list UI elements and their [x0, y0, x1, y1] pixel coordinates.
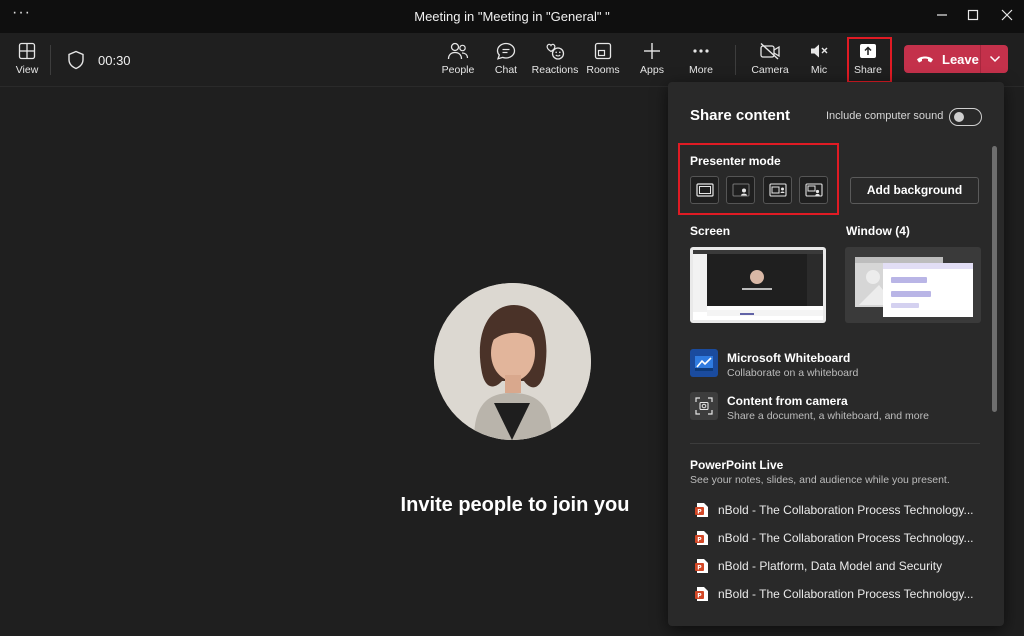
close-window-button[interactable]	[997, 6, 1017, 26]
reactions-label: Reactions	[531, 64, 579, 76]
title-bar: ··· Meeting in "Meeting in "General" "	[0, 0, 1024, 33]
chat-label: Chat	[494, 64, 518, 76]
powerpoint-file-icon: P	[695, 531, 708, 545]
presenter-mode-reporter-button[interactable]	[799, 176, 828, 204]
whiteboard-icon	[695, 356, 713, 371]
side-by-side-icon	[768, 183, 787, 197]
invite-people-text: Invite people to join you	[400, 494, 630, 516]
whiteboard-title[interactable]: Microsoft Whiteboard	[727, 351, 850, 365]
mic-button[interactable]: Mic	[805, 33, 833, 87]
whiteboard-option-icon[interactable]	[690, 349, 718, 377]
section-divider	[690, 443, 980, 444]
panel-scrollbar[interactable]	[992, 146, 997, 412]
reporter-icon	[804, 183, 823, 197]
minimize-button[interactable]	[932, 6, 952, 26]
powerpoint-file-item[interactable]: P nBold - The Collaboration Process Tech…	[695, 585, 985, 603]
close-icon	[1001, 9, 1013, 21]
breakout-rooms-icon	[594, 42, 612, 60]
share-panel-title: Share content	[690, 107, 791, 124]
screen-section-label: Screen	[690, 224, 731, 238]
more-button[interactable]: More	[686, 33, 716, 87]
share-button-highlight	[847, 37, 892, 83]
powerpoint-live-title: PowerPoint Live	[690, 458, 784, 472]
people-button[interactable]: People	[440, 33, 476, 87]
powerpoint-file-name: nBold - The Collaboration Process Techno…	[718, 587, 974, 601]
presenter-mode-label: Presenter mode	[690, 154, 781, 168]
mic-muted-icon	[811, 44, 828, 58]
view-button[interactable]: View	[12, 33, 42, 87]
include-sound-label: Include computer sound	[826, 110, 944, 122]
presenter-mode-side-by-side-button[interactable]	[763, 176, 792, 204]
view-label: View	[15, 64, 39, 76]
svg-text:P: P	[697, 565, 702, 572]
svg-text:P: P	[697, 593, 702, 600]
people-label: People	[441, 64, 475, 76]
window-preview	[845, 247, 981, 323]
apps-button[interactable]: Apps	[638, 33, 666, 87]
powerpoint-file-name: nBold - The Collaboration Process Techno…	[718, 503, 974, 517]
camera-button[interactable]: Camera	[751, 33, 789, 87]
phone-hangup-icon	[917, 56, 933, 63]
camera-content-option-icon[interactable]	[690, 392, 718, 420]
chat-button[interactable]: Chat	[492, 33, 520, 87]
powerpoint-live-subtitle: See your notes, slides, and audience whi…	[690, 474, 950, 486]
powerpoint-file-item[interactable]: P nBold - The Collaboration Process Tech…	[695, 529, 985, 547]
mic-label: Mic	[810, 64, 828, 76]
leave-button[interactable]: Leave	[904, 45, 980, 73]
screen-thumbnail[interactable]	[690, 247, 826, 323]
powerpoint-file-item[interactable]: P nBold - The Collaboration Process Tech…	[695, 501, 985, 519]
presenter-mode-content-only-button[interactable]	[690, 176, 719, 204]
shield-icon	[68, 50, 84, 70]
powerpoint-file-icon: P	[695, 587, 708, 601]
chevron-down-icon	[989, 55, 1000, 63]
apps-label: Apps	[640, 64, 664, 76]
chat-icon	[496, 42, 516, 60]
svg-text:P: P	[697, 509, 702, 516]
window-thumbnail[interactable]	[845, 247, 981, 323]
avatar-photo	[434, 283, 591, 440]
leave-options-button[interactable]	[981, 55, 1008, 63]
presenter-mode-standout-button[interactable]	[726, 176, 755, 204]
toolbar-divider	[735, 45, 736, 75]
powerpoint-file-item[interactable]: P nBold - Platform, Data Model and Secur…	[695, 557, 985, 575]
rooms-button[interactable]: Rooms	[586, 33, 620, 87]
ellipsis-icon	[693, 49, 709, 53]
participant-avatar	[434, 283, 591, 440]
powerpoint-file-name: nBold - The Collaboration Process Techno…	[718, 531, 974, 545]
powerpoint-file-icon: P	[695, 559, 708, 573]
reactions-button[interactable]: Reactions	[531, 33, 579, 87]
camera-content-subtitle: Share a document, a whiteboard, and more	[727, 410, 929, 422]
powerpoint-file-icon: P	[695, 503, 708, 517]
leave-label: Leave	[942, 51, 979, 67]
rooms-label: Rooms	[586, 64, 620, 76]
grid-view-icon	[18, 42, 36, 60]
toggle-knob	[954, 112, 964, 122]
reactions-icon	[546, 43, 565, 60]
people-icon	[447, 42, 469, 60]
content-camera-icon	[695, 397, 713, 415]
add-background-button[interactable]: Add background	[850, 177, 979, 204]
svg-text:P: P	[697, 537, 702, 544]
leave-button-group: Leave	[904, 45, 1008, 73]
include-sound-toggle[interactable]	[949, 108, 982, 126]
maximize-icon	[967, 9, 979, 21]
more-label: More	[689, 64, 713, 76]
meeting-timer: 00:30	[98, 53, 131, 68]
whiteboard-subtitle: Collaborate on a whiteboard	[727, 367, 859, 379]
minimize-icon	[937, 14, 947, 16]
window-title: Meeting in "Meeting in "General" "	[414, 9, 610, 24]
window-section-label: Window (4)	[846, 224, 910, 238]
share-content-panel: Share content Include computer sound Pre…	[668, 82, 1004, 626]
camera-off-icon	[760, 42, 780, 60]
toolbar-divider	[50, 45, 51, 75]
standout-icon	[732, 183, 749, 197]
maximize-button[interactable]	[963, 6, 983, 26]
screen-preview	[690, 247, 826, 323]
content-only-icon	[695, 183, 714, 197]
camera-content-title[interactable]: Content from camera	[727, 394, 848, 408]
powerpoint-file-name: nBold - Platform, Data Model and Securit…	[718, 559, 943, 573]
plus-icon	[644, 43, 660, 59]
camera-label: Camera	[751, 64, 789, 76]
meeting-info-button[interactable]	[64, 33, 88, 87]
